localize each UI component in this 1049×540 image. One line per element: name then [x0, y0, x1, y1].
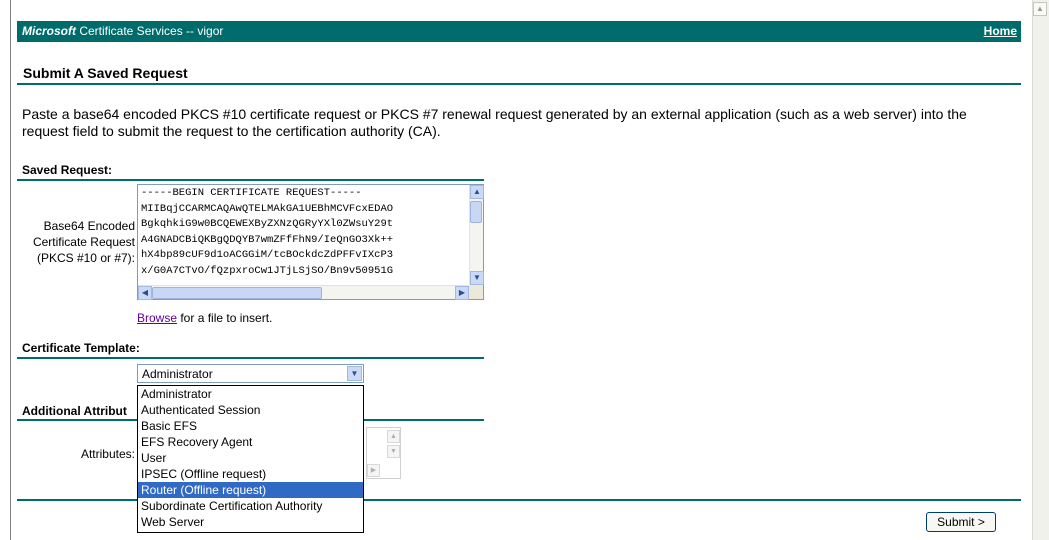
saved-request-heading: Saved Request: — [22, 163, 113, 177]
browse-link[interactable]: Browse — [137, 311, 177, 325]
template-option-web-server[interactable]: Web Server — [138, 514, 363, 530]
base64-request-label: Base64 Encoded Certificate Request (PKCS… — [20, 218, 135, 266]
page-left-border — [10, 0, 11, 540]
attributes-scroll-down-icon[interactable]: ▼ — [387, 445, 400, 458]
selected-template: Administrator — [142, 367, 213, 381]
attributes-label: Attributes: — [80, 447, 135, 461]
saved-request-textarea[interactable]: -----BEGIN CERTIFICATE REQUEST----- MIIB… — [137, 184, 484, 300]
template-option-authenticated-session[interactable]: Authenticated Session — [138, 402, 363, 418]
template-option-user[interactable]: User — [138, 450, 363, 466]
label-line-1: Base64 Encoded — [43, 219, 135, 233]
title-divider — [17, 83, 1021, 85]
template-option-basic-efs[interactable]: Basic EFS — [138, 418, 363, 434]
additional-attributes-heading: Additional Attribut — [22, 404, 127, 418]
intro-text: Paste a base64 encoded PKCS #10 certific… — [22, 106, 967, 139]
scroll-up-arrow-icon[interactable]: ▲ — [1033, 2, 1047, 16]
certificate-template-dropdown[interactable]: Administrator Authenticated Session Basi… — [137, 385, 364, 533]
request-text: -----BEGIN CERTIFICATE REQUEST----- MIIB… — [141, 187, 394, 277]
template-option-ipsec[interactable]: IPSEC (Offline request) — [138, 466, 363, 482]
scroll-up-icon[interactable]: ▲ — [470, 185, 484, 199]
textarea-horizontal-scrollbar[interactable]: ◀ ▶ — [138, 285, 469, 300]
template-divider — [17, 357, 484, 359]
template-option-efs-recovery-agent[interactable]: EFS Recovery Agent — [138, 434, 363, 450]
chevron-down-icon[interactable]: ▼ — [347, 366, 362, 381]
template-option-administrator[interactable]: Administrator — [138, 386, 363, 402]
vertical-scroll-thumb[interactable] — [470, 201, 482, 223]
attributes-scroll-right-icon[interactable]: ▶ — [367, 464, 380, 477]
template-option-subordinate-ca[interactable]: Subordinate Certification Authority — [138, 498, 363, 514]
home-link[interactable]: Home — [984, 24, 1017, 38]
template-option-router[interactable]: Router (Offline request) — [138, 482, 363, 498]
browse-hint: Browse for a file to insert. — [137, 311, 272, 325]
submit-button[interactable]: Submit > — [926, 512, 996, 532]
scrollbar-corner — [469, 285, 483, 299]
scroll-down-icon[interactable]: ▼ — [470, 271, 484, 285]
brand-name: Microsoft — [22, 24, 76, 38]
certificate-template-select[interactable]: Administrator ▼ — [137, 364, 364, 383]
label-line-3: (PKCS #10 or #7): — [36, 251, 135, 265]
certificate-template-heading: Certificate Template: — [22, 341, 140, 355]
attributes-scroll-up-icon[interactable]: ▲ — [387, 430, 400, 443]
header-bar: Microsoft Certificate Services -- vigor … — [17, 21, 1021, 42]
browse-suffix: for a file to insert. — [177, 311, 273, 325]
scroll-left-icon[interactable]: ◀ — [138, 286, 152, 300]
service-name: Certificate Services -- vigor — [76, 24, 224, 38]
site-brand: Microsoft Certificate Services -- vigor — [22, 24, 223, 38]
scroll-right-icon[interactable]: ▶ — [455, 286, 469, 300]
label-line-2: Certificate Request — [32, 235, 135, 249]
page-scrollbar[interactable] — [1032, 0, 1049, 540]
horizontal-scroll-thumb[interactable] — [152, 287, 322, 299]
textarea-vertical-scrollbar[interactable]: ▲ ▼ — [469, 185, 484, 285]
page-title: Submit A Saved Request — [23, 65, 188, 81]
saved-request-divider — [17, 179, 484, 181]
